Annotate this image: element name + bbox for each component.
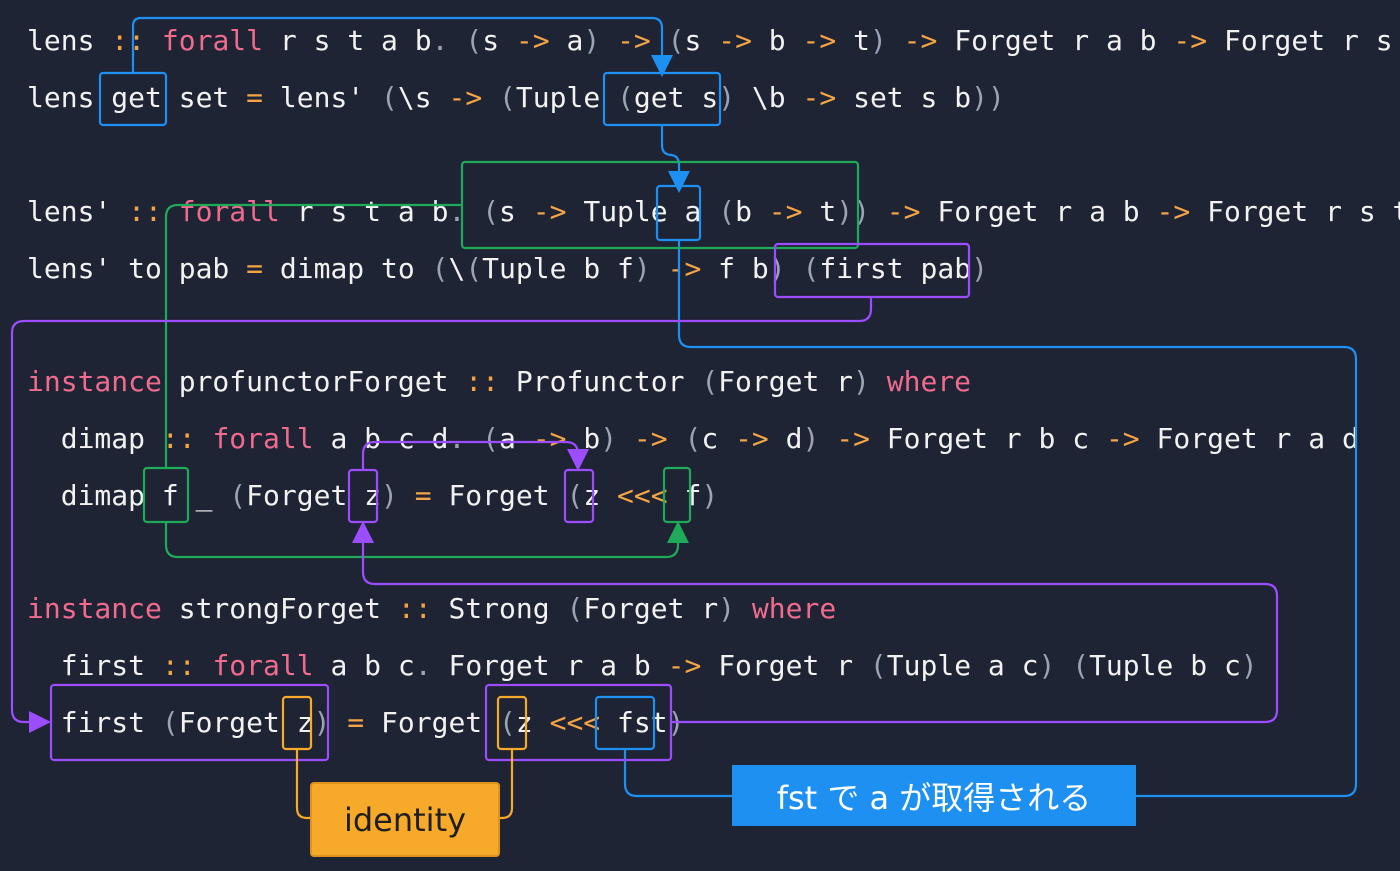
box-get-param — [98, 71, 168, 127]
box-a — [655, 184, 702, 242]
line-green-to-f — [164, 203, 462, 468]
line-fst-to-note — [623, 749, 732, 798]
arrow-first-pab — [10, 297, 873, 733]
box-f-composed — [662, 466, 692, 524]
box-z-composed — [563, 468, 595, 524]
fst-note-label: fst で a が取得される — [732, 765, 1136, 826]
box-forget-z — [347, 468, 379, 524]
box-z-left — [281, 695, 313, 751]
arrow-z — [361, 440, 589, 471]
box-z-right — [496, 695, 528, 751]
arrow-get-s-to-a — [660, 125, 690, 193]
box-dimap-f — [142, 466, 190, 524]
arrow-first-z — [352, 521, 1279, 724]
arrow-f — [164, 521, 689, 559]
box-fst — [594, 695, 656, 751]
identity-label: identity — [310, 782, 500, 857]
box-get-s — [602, 71, 722, 127]
arrow-get — [131, 16, 673, 77]
line-a-to-fst-note — [677, 240, 1358, 798]
box-first-pab — [773, 242, 971, 299]
box-s-to-tuple — [460, 160, 860, 250]
annotation-overlay — [10, 16, 1358, 820]
